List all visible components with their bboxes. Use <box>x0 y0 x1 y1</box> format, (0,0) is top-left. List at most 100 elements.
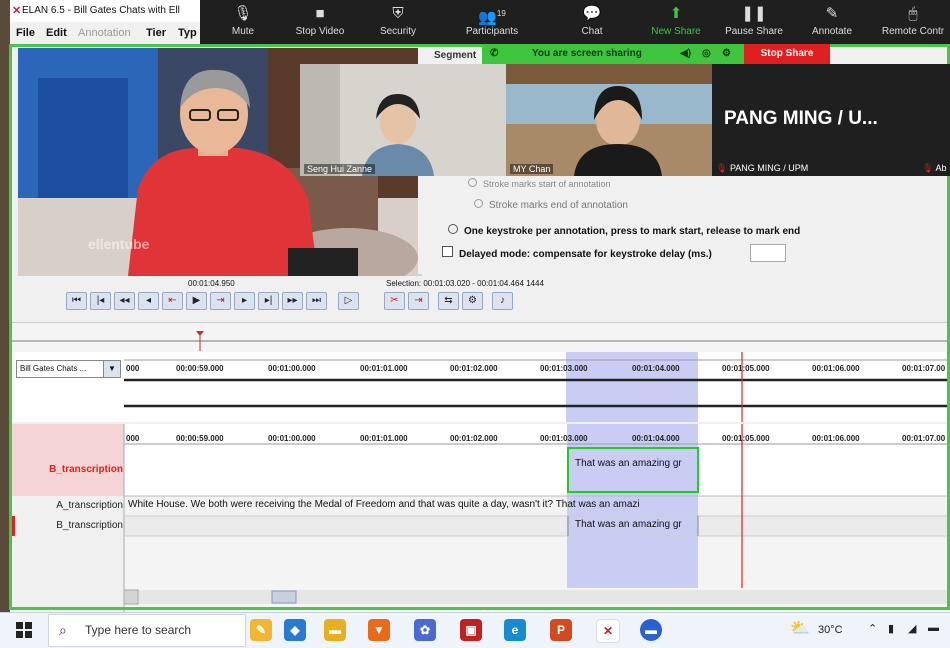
temperature-text[interactable]: 30°C <box>818 624 843 636</box>
brave-browser-icon[interactable]: ▼ <box>368 619 390 641</box>
menu-tier[interactable]: Tier <box>146 22 166 44</box>
clear-selection-button[interactable]: ✂ <box>384 292 405 310</box>
wave-tick: 00:01:03.000 <box>540 364 588 373</box>
chat-icon: 💬 <box>582 5 602 22</box>
stop-video-label: Stop Video <box>295 26 345 37</box>
tier-tick: 00:01:01.000 <box>360 434 408 443</box>
participant-2-name: MY Chan <box>510 164 554 174</box>
participant-tile-3[interactable]: PANG MING / U... 🎙 PANG MING / UPM 🎙 Ab <box>712 64 950 176</box>
stop-share-button[interactable]: Stop Share <box>744 44 830 64</box>
new-share-button[interactable]: ⬆ New Share <box>646 0 706 44</box>
previous-second-button[interactable]: ◂◂ <box>114 292 135 310</box>
participant-3-big-name: PANG MING / U... <box>724 108 878 129</box>
tier-name-b[interactable]: B_transcription <box>10 520 123 531</box>
search-highlight-icon[interactable]: ✎ <box>250 619 272 641</box>
menu-file[interactable]: File <box>16 22 35 44</box>
record-icon[interactable]: ◎ <box>702 44 711 64</box>
annotation-b[interactable]: That was an amazing gr <box>575 519 695 530</box>
segmentation-tab[interactable]: Segment <box>434 50 476 61</box>
options-icon[interactable]: ⚙ <box>722 44 731 64</box>
go-to-begin-button[interactable]: ⏮ <box>66 292 87 310</box>
tier-tick: 00:01:02.000 <box>450 434 498 443</box>
wave-tick: 00:01:00.000 <box>268 364 316 373</box>
next-frame-button[interactable]: ▸| <box>258 292 279 310</box>
annotate-label: Annotate <box>811 26 853 37</box>
option-one-keystroke[interactable]: One keystroke per annotation, press to m… <box>448 224 800 237</box>
wave-tick: 00:01:06.000 <box>812 364 860 373</box>
edge-browser-icon[interactable]: e <box>504 619 526 641</box>
security-button[interactable]: ⛨ Security <box>370 0 426 44</box>
participant-tile-1[interactable]: Seng Hui Zanne <box>300 64 506 176</box>
app-icon[interactable]: ✿ <box>414 619 436 641</box>
playback-settings-button[interactable]: ⚙ <box>462 292 483 310</box>
option-stroke-start[interactable]: Stroke marks start of annotation <box>468 178 611 189</box>
active-tier-name[interactable]: B_transcription <box>10 464 123 475</box>
participants-button[interactable]: 👥19 Participants <box>450 0 534 44</box>
tiers-background <box>10 424 950 612</box>
option-stroke-end[interactable]: Stroke marks end of annotation <box>474 199 628 211</box>
taskbar-search-box[interactable]: ⌕ Type here to search <box>48 614 246 647</box>
play-selection-button[interactable]: ⇥ <box>210 292 231 310</box>
remote-control-button[interactable]: 🖱 Remote Contr <box>876 0 950 44</box>
elan-app-icon: ✕ <box>12 5 22 17</box>
play-pause-button[interactable]: ▶ <box>186 292 207 310</box>
option-delayed-mode[interactable]: Delayed mode: compensate for keystroke d… <box>442 246 712 260</box>
remote-control-label: Remote Contr <box>881 26 945 37</box>
volume-icon[interactable]: ♪ <box>492 292 513 310</box>
wave-tick: 00:01:05.000 <box>722 364 770 373</box>
previous-pixel-button[interactable]: ◂ <box>138 292 159 310</box>
delay-ms-input[interactable] <box>750 244 786 262</box>
next-pixel-button[interactable]: ▸ <box>234 292 255 310</box>
selection-end-button[interactable]: ⇥ <box>408 292 429 310</box>
windows-start-icon[interactable] <box>16 622 32 638</box>
participant-tile-2[interactable]: MY Chan <box>506 64 712 176</box>
go-to-end-button[interactable]: ⏭ <box>306 292 327 310</box>
annotation-tiers[interactable]: 000 00:00:59.000 00:01:00.000 00:01:01.0… <box>10 424 950 612</box>
menu-edit[interactable]: Edit <box>46 22 67 44</box>
wave-tick: 00:00:59.000 <box>176 364 224 373</box>
loop-mode-button[interactable]: ▷ <box>338 292 359 310</box>
menu-type[interactable]: Typ <box>178 22 197 44</box>
mute-button[interactable]: 🎙 Mute <box>222 0 264 44</box>
muted-mic-icon: 🎙 <box>716 163 728 173</box>
speaker-icon[interactable]: ▬ <box>928 622 939 634</box>
network-icon[interactable]: ◢ <box>908 622 916 635</box>
play-around-selection-button[interactable]: ⇆ <box>438 292 459 310</box>
powerpoint-icon[interactable]: P <box>550 619 572 641</box>
annotation-a[interactable]: White House. We both were receiving the … <box>128 499 698 510</box>
media-app-icon[interactable]: ▣ <box>460 619 482 641</box>
chat-button[interactable]: 💬 Chat <box>572 0 612 44</box>
video-watermark: ellentube <box>88 236 150 252</box>
new-share-label: New Share <box>651 26 701 37</box>
option-stroke-start-label: Stroke marks start of annotation <box>483 179 611 189</box>
waveform-source-select[interactable]: Bill Gates Chats ... ▼ <box>16 360 121 378</box>
zoom-toolbar: 🎙 Mute ■ Stop Video ⛨ Security 👥19 Participa… <box>200 0 950 44</box>
audio-icon[interactable]: ◀) <box>680 44 691 64</box>
time-ruler-graphic <box>10 331 950 351</box>
active-annotation-text[interactable]: That was an amazing gr <box>575 458 695 469</box>
wave-tick: 00:01:01.000 <box>360 364 408 373</box>
zoom-taskbar-icon[interactable]: ▬ <box>640 619 662 641</box>
pause-share-button[interactable]: ❚❚ Pause Share <box>722 0 786 44</box>
next-second-button[interactable]: ▸▸ <box>282 292 303 310</box>
widget-icon[interactable]: ◆ <box>284 619 306 641</box>
stop-video-button[interactable]: ■ Stop Video <box>290 0 350 44</box>
wave-tick: 00:01:02.000 <box>450 364 498 373</box>
participant-3-name-text: PANG MING / UPM <box>729 163 809 173</box>
chevron-down-icon: ▼ <box>103 361 120 377</box>
media-time-readout: 00:01:04.950 <box>188 279 235 288</box>
waveform-viewer[interactable] <box>10 352 950 422</box>
weather-icon[interactable]: ⛅ <box>790 618 810 638</box>
chevron-up-icon[interactable]: ⌃ <box>868 622 877 635</box>
file-explorer-icon[interactable]: ▬ <box>324 619 346 641</box>
pencil-icon: ✎ <box>825 5 839 22</box>
participant-4-name: 🎙 Ab <box>922 163 946 174</box>
battery-icon[interactable]: ▮ <box>888 622 894 635</box>
previous-boundary-button[interactable]: ⇤ <box>162 292 183 310</box>
tier-tick: 00:01:05.000 <box>722 434 770 443</box>
tier-name-a[interactable]: A_transcription <box>10 500 123 511</box>
elan-taskbar-icon[interactable]: ✕ <box>596 619 620 643</box>
annotate-button[interactable]: ✎ Annotate <box>804 0 860 44</box>
menu-annotation[interactable]: Annotation <box>78 22 131 44</box>
previous-frame-button[interactable]: |◂ <box>90 292 111 310</box>
